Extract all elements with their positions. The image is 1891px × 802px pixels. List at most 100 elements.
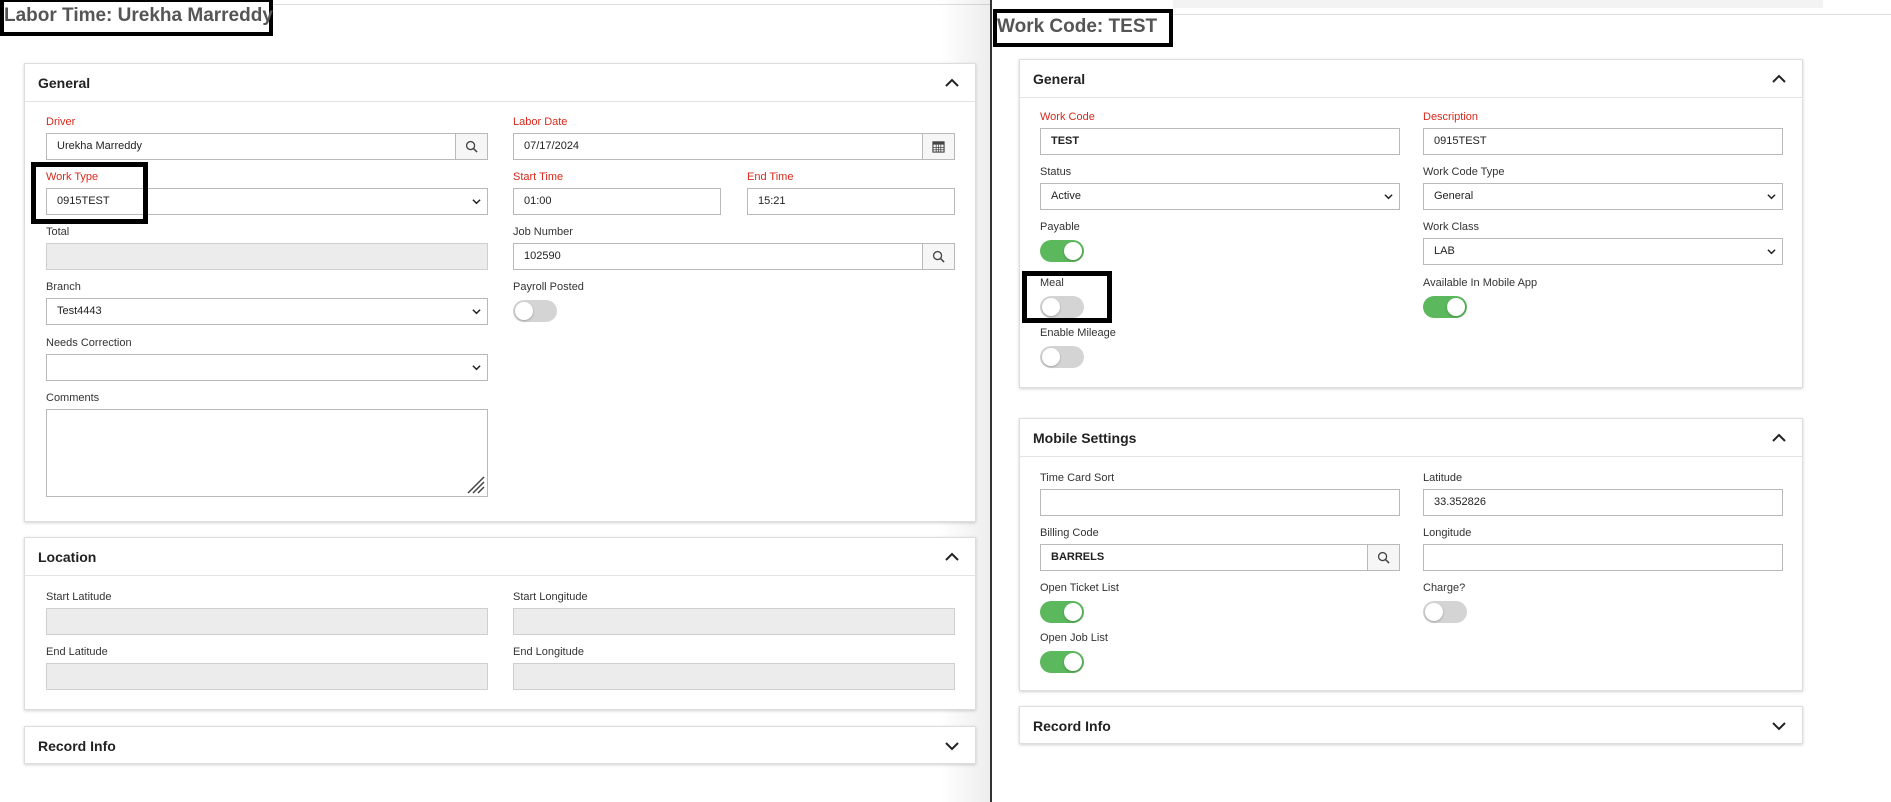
time-card-sort-field: Time Card Sort (1040, 471, 1400, 516)
chevron-down-icon (1767, 192, 1776, 201)
work-class-label: Work Class (1423, 221, 1480, 233)
driver-value: Urekha Marreddy (57, 140, 142, 152)
mobile-settings-header[interactable]: Mobile Settings (1020, 419, 1802, 457)
open-job-list-label: Open Job List (1040, 632, 1108, 644)
work-code-type-select[interactable]: General (1423, 183, 1783, 210)
needs-correction-label: Needs Correction (46, 337, 132, 349)
longitude-input[interactable] (1423, 544, 1783, 571)
location-header[interactable]: Location (25, 538, 975, 576)
billing-code-search-button[interactable] (1367, 545, 1399, 570)
status-select[interactable]: Active (1040, 183, 1400, 210)
open-ticket-list-toggle[interactable] (1040, 601, 1084, 623)
labor-date-label: Labor Date (513, 116, 568, 128)
start-longitude-label: Start Longitude (513, 591, 588, 603)
comments-field: Comments (46, 391, 488, 497)
start-time-input[interactable]: 01:00 (513, 188, 721, 215)
toggle-knob (1064, 653, 1082, 671)
billing-code-value: BARRELS (1051, 551, 1105, 563)
driver-input[interactable]: Urekha Marreddy (46, 133, 488, 160)
payroll-posted-toggle[interactable] (513, 300, 557, 322)
needs-correction-select[interactable] (46, 354, 488, 381)
branch-select[interactable]: Test4443 (46, 298, 488, 325)
latitude-input[interactable]: 33.352826 (1423, 489, 1783, 516)
comments-textarea[interactable] (46, 409, 488, 497)
driver-search-button[interactable] (455, 134, 487, 159)
work-code-value: TEST (1051, 135, 1080, 147)
time-card-sort-input[interactable] (1040, 489, 1400, 516)
record-info-header[interactable]: Record Info (25, 727, 975, 765)
latitude-label: Latitude (1423, 472, 1463, 484)
chevron-down-icon[interactable] (1770, 717, 1788, 735)
description-value: 0915TEST (1434, 135, 1487, 147)
start-longitude-input (513, 608, 955, 635)
available-mobile-toggle[interactable] (1423, 296, 1467, 318)
description-input[interactable]: 0915TEST (1423, 128, 1783, 155)
chevron-down-icon[interactable] (943, 737, 961, 755)
latitude-value: 33.352826 (1434, 496, 1486, 508)
mobile-settings-panel: Mobile Settings Time Card Sort Latitude … (1019, 418, 1803, 691)
driver-label: Driver (46, 116, 76, 128)
work-class-value: LAB (1434, 245, 1455, 257)
end-time-field: End Time 15:21 (747, 170, 955, 215)
available-mobile-label: Available In Mobile App (1423, 277, 1538, 289)
enable-mileage-field: Enable Mileage (1040, 326, 1240, 368)
work-type-value: 0915TEST (57, 195, 110, 207)
top-bar (1173, 0, 1823, 8)
chevron-up-icon[interactable] (943, 548, 961, 566)
chevron-up-icon[interactable] (1770, 429, 1788, 447)
chevron-down-icon (472, 363, 481, 372)
toggle-knob (1447, 298, 1465, 316)
enable-mileage-toggle[interactable] (1040, 346, 1084, 368)
work-code-type-label: Work Code Type (1423, 166, 1505, 178)
end-time-value: 15:21 (758, 195, 786, 207)
charge-field: Charge? (1423, 581, 1623, 623)
status-field: Status Active (1040, 165, 1400, 210)
charge-label: Charge? (1423, 582, 1466, 594)
job-number-value: 102590 (524, 250, 561, 262)
search-icon (1377, 551, 1390, 564)
labor-general-header[interactable]: General (25, 64, 975, 102)
start-latitude-input (46, 608, 488, 635)
chevron-down-icon (1767, 247, 1776, 256)
work-code-page-title: Work Code: TEST (993, 9, 1173, 47)
job-search-button[interactable] (922, 244, 954, 269)
needs-correction-field: Needs Correction (46, 336, 488, 381)
chevron-up-icon[interactable] (1770, 70, 1788, 88)
work-type-select[interactable]: 0915TEST (46, 188, 488, 215)
chevron-down-icon (1384, 192, 1393, 201)
workcode-general-header[interactable]: General (1020, 60, 1802, 98)
search-icon (465, 140, 478, 153)
resize-handle-icon[interactable] (463, 472, 485, 494)
work-class-select[interactable]: LAB (1423, 238, 1783, 265)
job-number-input[interactable]: 102590 (513, 243, 955, 270)
end-time-label: End Time (747, 171, 794, 183)
end-latitude-input (46, 663, 488, 690)
charge-toggle[interactable] (1423, 601, 1467, 623)
enable-mileage-label: Enable Mileage (1040, 327, 1116, 339)
workcode-general-panel: General Work Code TEST Description 0915T… (1019, 59, 1803, 388)
location-panel: Location Start Latitude Start Longitude … (24, 537, 976, 710)
open-ticket-list-label: Open Ticket List (1040, 582, 1119, 594)
calendar-button[interactable] (922, 134, 954, 159)
labor-date-field: Labor Date 07/17/2024 (513, 115, 955, 160)
branch-label: Branch (46, 281, 81, 293)
record-info-header[interactable]: Record Info (1020, 707, 1802, 745)
end-time-input[interactable]: 15:21 (747, 188, 955, 215)
labor-page-title: Labor Time: Urekha Marreddy (0, 0, 273, 36)
description-field: Description 0915TEST (1423, 110, 1783, 155)
work-code-input[interactable]: TEST (1040, 128, 1400, 155)
work-code-type-field: Work Code Type General (1423, 165, 1783, 210)
toggle-knob (515, 302, 533, 320)
search-icon (932, 250, 945, 263)
start-longitude-field: Start Longitude (513, 590, 955, 635)
open-job-list-toggle[interactable] (1040, 651, 1084, 673)
billing-code-input[interactable]: BARRELS (1040, 544, 1400, 571)
work-code-type-value: General (1434, 190, 1474, 202)
meal-toggle[interactable] (1040, 296, 1084, 318)
start-latitude-field: Start Latitude (46, 590, 488, 635)
labor-date-input[interactable]: 07/17/2024 (513, 133, 955, 160)
latitude-field: Latitude 33.352826 (1423, 471, 1783, 516)
chevron-up-icon[interactable] (943, 74, 961, 92)
toggle-knob (1042, 348, 1060, 366)
payable-toggle[interactable] (1040, 240, 1084, 262)
